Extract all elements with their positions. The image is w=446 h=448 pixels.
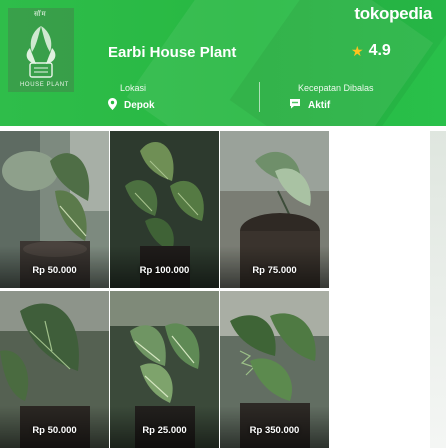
product-tile[interactable]: Rp 25.000 — [110, 291, 219, 448]
info-divider — [259, 82, 260, 112]
star-icon: ★ — [351, 42, 364, 59]
store-name[interactable]: Earbi House Plant — [108, 44, 236, 61]
product-price: Rp 50.000 — [32, 265, 77, 276]
product-grid: Rp 50.000 Rp 100.000 Rp 75.000 Rp 50.000… — [0, 131, 446, 448]
location-text: Depok — [124, 100, 155, 111]
logo-text-bottom: HOUSE PLANT — [20, 82, 69, 88]
product-tile[interactable]: Rp 50.000 — [0, 291, 109, 448]
response-speed-text: Aktif — [308, 99, 331, 111]
response-speed-value: Aktif — [289, 98, 330, 112]
logo-text-top: सॉम — [34, 11, 47, 18]
product-price: Rp 25.000 — [142, 425, 187, 436]
product-price: Rp 100.000 — [139, 265, 190, 276]
store-logo: सॉम HOUSE PLANT — [8, 8, 74, 92]
location-label: Lokasi — [120, 83, 147, 93]
product-tile[interactable]: Rp 100.000 — [110, 131, 219, 288]
product-price: Rp 350.000 — [249, 425, 300, 436]
store-promo-card[interactable]: tokopedia सॉम HOUSE PLANT Earbi House Pl… — [0, 0, 446, 448]
store-rating: ★ 4.9 — [351, 42, 391, 60]
product-tile[interactable]: Rp 75.000 — [220, 131, 329, 288]
side-edge — [430, 131, 446, 448]
location-pin-icon — [108, 98, 117, 113]
product-tile[interactable]: Rp 50.000 — [0, 131, 109, 288]
product-tile[interactable]: Rp 350.000 — [220, 291, 329, 448]
location-value: Depok — [108, 98, 155, 113]
rating-value: 4.9 — [368, 42, 391, 59]
store-header: tokopedia सॉम HOUSE PLANT Earbi House Pl… — [0, 0, 446, 126]
product-price: Rp 75.000 — [252, 265, 297, 276]
brand-logo: tokopedia — [354, 4, 432, 23]
chat-bubble-icon — [289, 98, 301, 112]
response-speed-label: Kecepatan Dibalas — [298, 83, 374, 93]
product-price: Rp 50.000 — [32, 425, 77, 436]
